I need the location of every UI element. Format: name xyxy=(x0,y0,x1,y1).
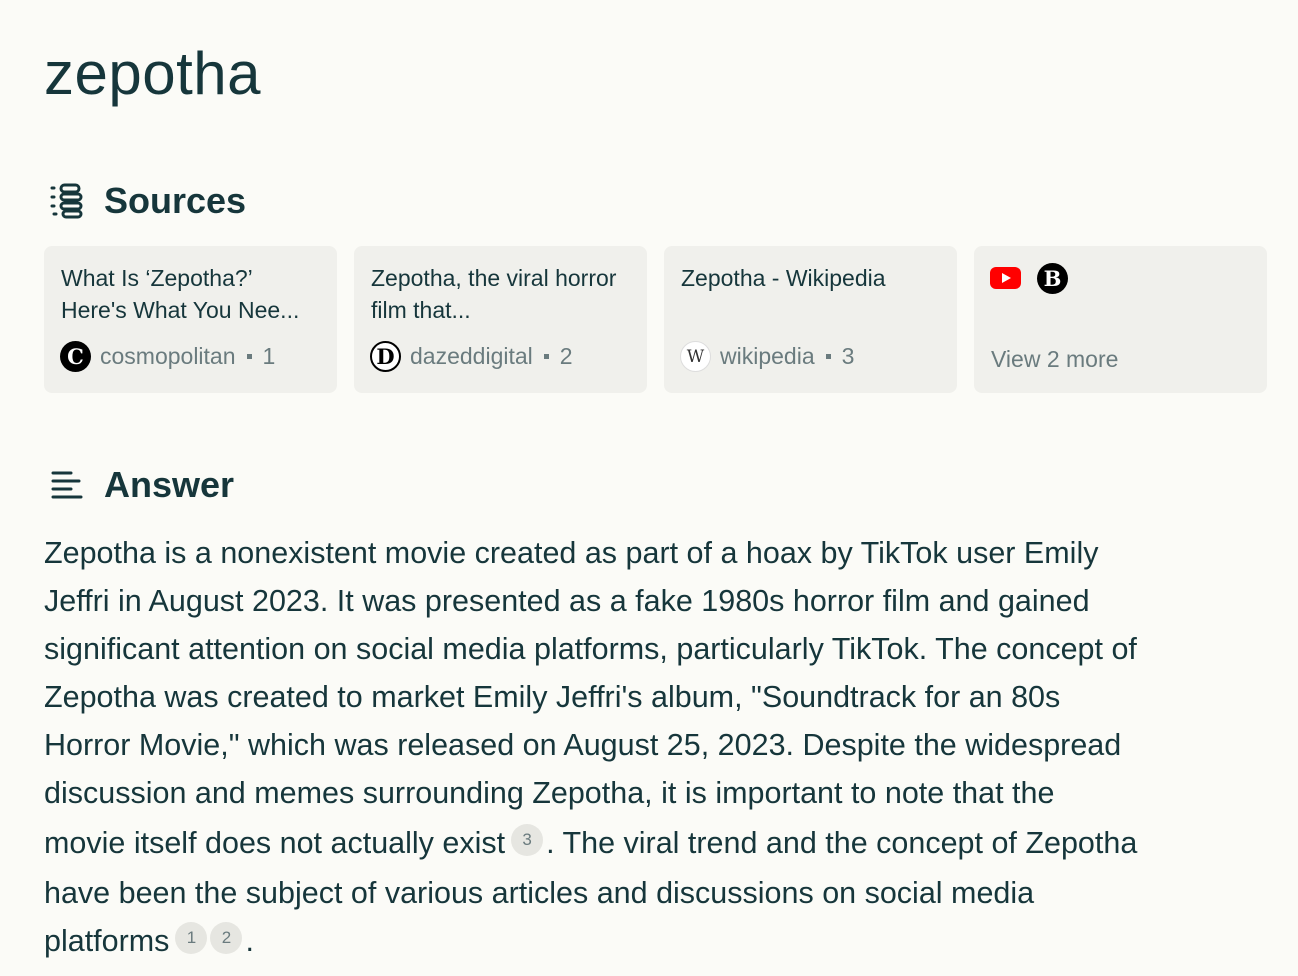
source-card-wikipedia[interactable]: Zepotha - Wikipedia W wikipedia 3 xyxy=(664,246,957,393)
view-more-label: View 2 more xyxy=(991,346,1119,372)
answer-line: Jeffri in August 2023. It was presented … xyxy=(44,584,1090,618)
more-source-icons: B xyxy=(990,262,1251,294)
sources-label: Sources xyxy=(104,180,247,221)
answer-label: Answer xyxy=(104,464,235,505)
dazeddigital-favicon-icon: D xyxy=(370,341,401,372)
answer-line: discussion and memes surrounding Zepotha… xyxy=(44,776,1055,810)
source-card-title: Zepotha - Wikipedia xyxy=(681,265,886,291)
source-site-name: wikipedia xyxy=(720,343,815,369)
answer-lines-icon xyxy=(48,466,86,504)
separator-dot xyxy=(825,354,831,359)
source-index: 1 xyxy=(262,343,276,369)
source-site-name: dazeddigital xyxy=(410,343,533,369)
answer-segment: movie itself does not actually exist xyxy=(44,826,506,860)
source-card-dazeddigital[interactable]: Zepotha, the viral horror film that... D… xyxy=(354,246,647,393)
answer-segment: . xyxy=(245,924,254,958)
source-site-name: cosmopolitan xyxy=(100,343,236,369)
cosmopolitan-favicon-icon: C xyxy=(60,341,91,372)
source-card-meta: C cosmopolitan 1 xyxy=(60,341,275,372)
source-index: 3 xyxy=(841,343,855,369)
separator-dot xyxy=(246,354,252,359)
separator-dot xyxy=(543,354,549,359)
source-cards: What Is ‘Zepotha?’ Here's What You Nee..… xyxy=(44,246,1267,393)
answer-line: movie itself does not actually exist 3. T… xyxy=(44,817,1269,869)
answer-header: Answer xyxy=(48,464,234,506)
answer-line: platforms 1 2. xyxy=(44,917,1269,965)
source-index: 2 xyxy=(559,343,573,369)
answer-line: Zepotha was created to market Emily Jeff… xyxy=(44,680,1061,714)
answer-segment: platforms xyxy=(44,924,170,958)
view-more-sources-card[interactable]: B View 2 more xyxy=(974,246,1267,393)
wikipedia-favicon-icon: W xyxy=(680,341,711,372)
youtube-icon xyxy=(990,267,1021,289)
source-card-meta: D dazeddigital 2 xyxy=(370,341,573,372)
source-card-title: What Is ‘Zepotha?’ Here's What You Nee..… xyxy=(61,265,300,323)
query-title: zepotha xyxy=(44,40,262,107)
answer-line: significant attention on social media pl… xyxy=(44,632,1137,666)
b-site-icon: B xyxy=(1037,262,1068,294)
answer-line: have been the subject of various article… xyxy=(44,876,1035,910)
citation-badge-3[interactable]: 3 xyxy=(511,823,544,856)
answer-line: Horror Movie," which was released on Aug… xyxy=(44,728,1122,762)
source-card-cosmopolitan[interactable]: What Is ‘Zepotha?’ Here's What You Nee..… xyxy=(44,246,337,393)
answer-text: Zepotha is a nonexistent movie created a… xyxy=(44,529,1269,965)
source-card-meta: W wikipedia 3 xyxy=(680,341,854,372)
citation-badge-2[interactable]: 2 xyxy=(210,921,243,954)
sources-list-icon xyxy=(48,182,86,220)
answer-line: Zepotha is a nonexistent movie created a… xyxy=(44,536,1099,570)
sources-header: Sources xyxy=(48,180,246,222)
answer-segment: . The viral trend and the concept of Zep… xyxy=(546,826,1138,860)
source-card-title: Zepotha, the viral horror film that... xyxy=(371,265,617,323)
citation-badge-1[interactable]: 1 xyxy=(175,921,208,954)
